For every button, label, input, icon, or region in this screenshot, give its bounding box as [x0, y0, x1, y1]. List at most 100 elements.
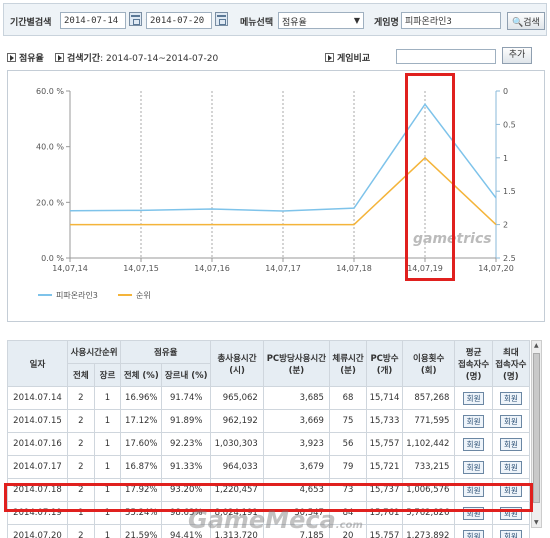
- y-right-tick-label: 1: [503, 154, 508, 163]
- y-left-tick-label: 20.0 %: [36, 198, 64, 207]
- cell-max: 회원: [491, 455, 531, 479]
- compare-heading: 게임비교: [325, 51, 370, 64]
- x-tick-label: 14,07,17: [265, 264, 301, 273]
- x-tick-label: 14,07,20: [478, 264, 514, 273]
- cell-pc-time: 3,679: [262, 455, 330, 479]
- cell-pcs: 15,721: [366, 455, 403, 479]
- arrow-icon: [55, 53, 64, 62]
- y-right-tick-label: 0.5: [503, 120, 516, 129]
- member-only-button[interactable]: 회원: [499, 414, 522, 428]
- member-only-button[interactable]: 회원: [499, 529, 522, 538]
- y-right-tick-label: 2: [503, 221, 508, 230]
- member-only-button[interactable]: 회원: [462, 414, 485, 428]
- cell-avg: 회원: [454, 432, 493, 456]
- cell-uses: 1,102,442: [401, 432, 456, 456]
- cell-genre: 1: [93, 386, 122, 410]
- calendar-icon[interactable]: [215, 12, 228, 26]
- y-left-tick-label: 0.0 %: [41, 254, 64, 263]
- table-row: 2014.07.17 2 1 16.87% 91.33% 964,033 3,679 79 15…: [7, 455, 531, 479]
- col-pc-count: PC방수 (개): [366, 340, 403, 387]
- end-date-input[interactable]: [146, 12, 212, 29]
- menu-select-value: 점유율: [282, 18, 307, 28]
- member-only-button[interactable]: 회원: [462, 391, 485, 405]
- cell-genre: 1: [93, 409, 122, 433]
- col-pc-time: PC방당사용시간 (분): [262, 340, 330, 387]
- cell-share-genre: 91.74%: [161, 386, 212, 410]
- member-only-button[interactable]: 회원: [499, 437, 522, 451]
- member-only-button[interactable]: 회원: [499, 460, 522, 474]
- cell-avg: 회원: [454, 386, 493, 410]
- x-tick-label: 14,07,18: [336, 264, 372, 273]
- game-name-input[interactable]: [401, 12, 501, 29]
- compare-game-input[interactable]: [396, 49, 496, 64]
- cell-date: 2014.07.15: [7, 409, 68, 433]
- cell-stay: 56: [328, 432, 368, 456]
- x-tick-label: 14,07,15: [123, 264, 159, 273]
- table-row: 2014.07.14 2 1 16.96% 91.74% 965,062 3,685 68 15…: [7, 386, 531, 410]
- col-max-conn: 최대 접속자수 (명): [491, 340, 531, 387]
- cell-pc-time: 3,685: [262, 386, 330, 410]
- cell-uses: 1,273,892: [401, 524, 456, 538]
- y-right-tick-label: 2.5: [503, 254, 516, 263]
- chart-panel: 14,07,14 14,07,15 14,07,16 14,07,17 14,07,18…: [7, 70, 545, 322]
- arrow-icon: [7, 53, 16, 62]
- cell-max: 회원: [491, 386, 531, 410]
- cell-share-all: 21.59%: [120, 524, 163, 538]
- cell-uses: 733,215: [401, 455, 456, 479]
- legend-label: 피파온라인3: [56, 290, 98, 300]
- cell-overall: 2: [67, 386, 95, 410]
- legend-label: 순위: [136, 291, 151, 300]
- cell-pcs: 15,757: [366, 432, 403, 456]
- cell-stay: 79: [328, 455, 368, 479]
- member-only-button[interactable]: 회원: [462, 460, 485, 474]
- scroll-up-icon[interactable]: ▲: [534, 342, 539, 349]
- col-usage-count: 이용횟수 (회): [401, 340, 456, 387]
- search-icon: 🔍: [512, 18, 524, 28]
- col-usage-rank: 사용시간순위: [66, 340, 122, 364]
- cell-uses: 771,595: [401, 409, 456, 433]
- cell-share-genre: 92.23%: [161, 432, 212, 456]
- cell-uses: 857,268: [401, 386, 456, 410]
- y-right-tick-label: 1.5: [503, 187, 516, 196]
- col-date: 일자: [7, 340, 68, 387]
- x-tick-label: 14,07,14: [52, 264, 88, 273]
- search-button[interactable]: 🔍검색: [507, 12, 545, 30]
- arrow-icon: [325, 53, 334, 62]
- cell-avg: 회원: [454, 409, 493, 433]
- search-button-label: 검색: [523, 18, 540, 28]
- table-row: 2014.07.16 2 1 17.60% 92.23% 1,030,303 3,923 56…: [7, 432, 531, 456]
- cell-overall: 2: [67, 432, 95, 456]
- cell-max: 회원: [491, 409, 531, 433]
- col-share-genre: 장르내 (%): [161, 363, 212, 387]
- cell-overall: 2: [67, 409, 95, 433]
- cell-genre: 1: [93, 524, 122, 538]
- search-bar: 기간별검색 ~ 메뉴선택 점유율 ▼ 게임명 🔍검색: [3, 3, 547, 36]
- start-date-input[interactable]: [60, 12, 126, 29]
- add-button[interactable]: 추가: [502, 47, 532, 64]
- col-overall: 전체: [67, 363, 95, 387]
- y-right-tick-label: 0: [503, 87, 508, 96]
- cell-pc-time: 3,669: [262, 409, 330, 433]
- cell-share-all: 16.96%: [120, 386, 163, 410]
- cell-genre: 1: [93, 455, 122, 479]
- col-total-time: 총사용시간 (시): [210, 340, 264, 387]
- member-only-button[interactable]: 회원: [462, 437, 485, 451]
- cell-total: 1,030,303: [210, 432, 264, 456]
- share-chart: 14,07,14 14,07,15 14,07,16 14,07,17 14,07,18…: [36, 87, 516, 300]
- cell-pcs: 15,714: [366, 386, 403, 410]
- cell-total: 964,033: [210, 455, 264, 479]
- cell-total: 962,192: [210, 409, 264, 433]
- cell-overall: 2: [67, 524, 95, 538]
- member-only-button[interactable]: 회원: [462, 529, 485, 538]
- scroll-down-icon[interactable]: ▼: [534, 519, 539, 526]
- cell-pc-time: 3,923: [262, 432, 330, 456]
- member-only-button[interactable]: 회원: [499, 391, 522, 405]
- cell-date: 2014.07.14: [7, 386, 68, 410]
- scrollbar-thumb[interactable]: [533, 353, 540, 503]
- y-left-tick-label: 40.0 %: [36, 143, 64, 152]
- calendar-icon[interactable]: [129, 12, 142, 26]
- period-heading: 검색기간: 2014-07-14~2014-07-20: [55, 51, 218, 64]
- cell-share-all: 17.12%: [120, 409, 163, 433]
- menu-select[interactable]: 점유율 ▼: [278, 12, 364, 29]
- col-share: 점유율: [120, 340, 212, 364]
